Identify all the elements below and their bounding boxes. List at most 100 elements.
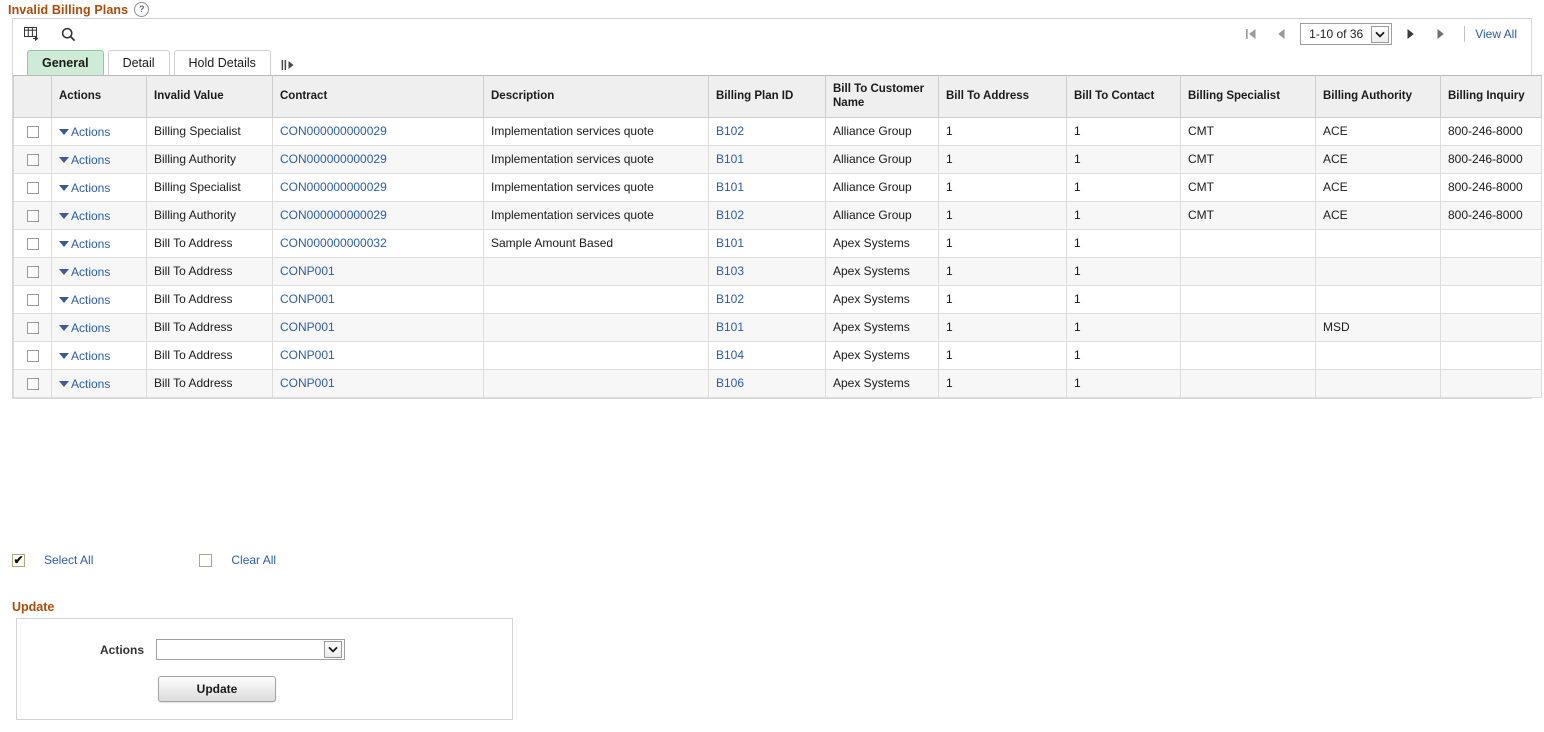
search-icon[interactable] <box>59 25 77 43</box>
column-header-billing-inquiry[interactable]: Billing Inquiry <box>1441 76 1542 118</box>
column-header-invalid-value[interactable]: Invalid Value <box>147 76 273 118</box>
column-header-billing-specialist[interactable]: Billing Specialist <box>1181 76 1316 118</box>
row-select-cell <box>14 313 52 341</box>
column-header-bill-to-contact[interactable]: Bill To Contact <box>1067 76 1181 118</box>
cell-bill-to-address: 1 <box>939 117 1067 145</box>
chevron-down-icon[interactable] <box>1371 26 1389 43</box>
column-header-description[interactable]: Description <box>484 76 709 118</box>
cell-billing-inquiry-text: 800-246-8000 <box>1448 124 1523 138</box>
cell-bill-to-contact: 1 <box>1067 285 1181 313</box>
row-checkbox[interactable] <box>27 266 39 278</box>
cell-bill-to-customer-name-text: Alliance Group <box>833 152 912 166</box>
column-header-actions[interactable]: Actions <box>52 76 147 118</box>
view-all-link[interactable]: View All <box>1475 27 1521 41</box>
column-header-contract[interactable]: Contract <box>273 76 484 118</box>
row-checkbox[interactable] <box>27 126 39 138</box>
cell-contract-link[interactable]: CONP001 <box>280 264 335 278</box>
row-actions-menu[interactable]: Actions <box>59 321 110 335</box>
row-actions-menu[interactable]: Actions <box>59 377 110 391</box>
tab-detail[interactable]: Detail <box>108 50 170 75</box>
row-checkbox[interactable] <box>27 238 39 250</box>
cell-billing-inquiry <box>1441 313 1542 341</box>
help-question-icon[interactable]: ? <box>134 2 149 17</box>
tab-hold-details[interactable]: Hold Details <box>174 50 271 75</box>
row-actions-menu[interactable]: Actions <box>59 349 110 363</box>
cell-billing-plan-id-link[interactable]: B101 <box>716 320 744 334</box>
cell-billing-inquiry-text: 800-246-8000 <box>1448 152 1523 166</box>
page-title: Invalid Billing Plans <box>8 3 128 17</box>
cell-billing-plan-id-link[interactable]: B102 <box>716 292 744 306</box>
cell-billing-plan-id-link[interactable]: B101 <box>716 180 744 194</box>
row-checkbox[interactable] <box>27 294 39 306</box>
row-actions-cell: Actions <box>52 145 147 173</box>
page-range-select[interactable]: 1-10 of 36 <box>1300 23 1392 45</box>
cell-bill-to-contact-text: 1 <box>1074 264 1081 278</box>
row-actions-menu[interactable]: Actions <box>59 265 110 279</box>
cell-billing-plan-id-link[interactable]: B101 <box>716 152 744 166</box>
cell-bill-to-address-text: 1 <box>946 320 953 334</box>
cell-contract-link[interactable]: CON000000000032 <box>280 236 387 250</box>
row-select-cell <box>14 173 52 201</box>
last-page-icon[interactable] <box>1426 23 1456 45</box>
row-actions-cell: Actions <box>52 285 147 313</box>
cell-billing-plan-id: B101 <box>709 145 826 173</box>
row-actions-menu[interactable]: Actions <box>59 125 110 139</box>
cell-invalid-value: Bill To Address <box>147 285 273 313</box>
grid-personalize-icon[interactable] <box>23 25 41 43</box>
row-select-cell <box>14 117 52 145</box>
row-actions-menu[interactable]: Actions <box>59 237 110 251</box>
tab-detail-label: Detail <box>123 56 155 70</box>
expand-columns-icon[interactable] <box>281 59 295 71</box>
select-all-checkbox[interactable]: ✔ <box>12 554 25 567</box>
cell-contract-link[interactable]: CONP001 <box>280 292 335 306</box>
row-checkbox[interactable] <box>27 350 39 362</box>
row-checkbox[interactable] <box>27 182 39 194</box>
cell-contract-link[interactable]: CONP001 <box>280 320 335 334</box>
cell-bill-to-contact: 1 <box>1067 145 1181 173</box>
first-page-icon[interactable] <box>1236 23 1266 45</box>
row-checkbox[interactable] <box>27 378 39 390</box>
cell-contract-link[interactable]: CON000000000029 <box>280 208 387 222</box>
cell-contract: CON000000000029 <box>273 173 484 201</box>
cell-contract-link[interactable]: CON000000000029 <box>280 124 387 138</box>
update-actions-select[interactable] <box>156 639 345 660</box>
cell-billing-specialist <box>1181 369 1316 397</box>
cell-billing-plan-id-link[interactable]: B106 <box>716 376 744 390</box>
cell-billing-plan-id-link[interactable]: B101 <box>716 236 744 250</box>
row-actions-menu[interactable]: Actions <box>59 293 110 307</box>
clear-all-link[interactable]: Clear All <box>231 553 276 567</box>
cell-contract-link[interactable]: CON000000000029 <box>280 180 387 194</box>
cell-billing-plan-id-link[interactable]: B102 <box>716 124 744 138</box>
column-header-bill-to-customer-name[interactable]: Bill To Customer Name <box>826 76 939 118</box>
cell-invalid-value: Bill To Address <box>147 257 273 285</box>
cell-billing-plan-id-link[interactable]: B102 <box>716 208 744 222</box>
row-checkbox[interactable] <box>27 154 39 166</box>
row-checkbox[interactable] <box>27 210 39 222</box>
select-all-link[interactable]: Select All <box>44 553 93 567</box>
grid-container: 1-10 of 36 <box>12 18 1532 399</box>
column-header-bill-to-address[interactable]: Bill To Address <box>939 76 1067 118</box>
cell-contract-link[interactable]: CONP001 <box>280 348 335 362</box>
previous-page-icon[interactable] <box>1266 23 1296 45</box>
cell-billing-plan-id-link[interactable]: B104 <box>716 348 744 362</box>
row-actions-menu[interactable]: Actions <box>59 153 110 167</box>
cell-bill-to-address-text: 1 <box>946 348 953 362</box>
update-button[interactable]: Update <box>158 676 276 702</box>
cell-contract-link[interactable]: CON000000000029 <box>280 152 387 166</box>
chevron-down-icon <box>59 241 69 247</box>
cell-billing-plan-id-link[interactable]: B103 <box>716 264 744 278</box>
chevron-down-icon[interactable] <box>324 641 342 658</box>
column-header-billing-plan-id[interactable]: Billing Plan ID <box>709 76 826 118</box>
clear-all-checkbox[interactable] <box>199 554 212 567</box>
tab-general[interactable]: General <box>27 50 104 75</box>
row-checkbox[interactable] <box>27 322 39 334</box>
row-actions-menu[interactable]: Actions <box>59 181 110 195</box>
cell-contract-link[interactable]: CONP001 <box>280 376 335 390</box>
column-header-billing-authority[interactable]: Billing Authority <box>1316 76 1441 118</box>
row-actions-menu[interactable]: Actions <box>59 209 110 223</box>
next-page-icon[interactable] <box>1396 23 1426 45</box>
cell-bill-to-contact: 1 <box>1067 229 1181 257</box>
page-title-bar: Invalid Billing Plans ? <box>8 2 149 17</box>
cell-bill-to-contact-text: 1 <box>1074 180 1081 194</box>
row-select-cell <box>14 341 52 369</box>
